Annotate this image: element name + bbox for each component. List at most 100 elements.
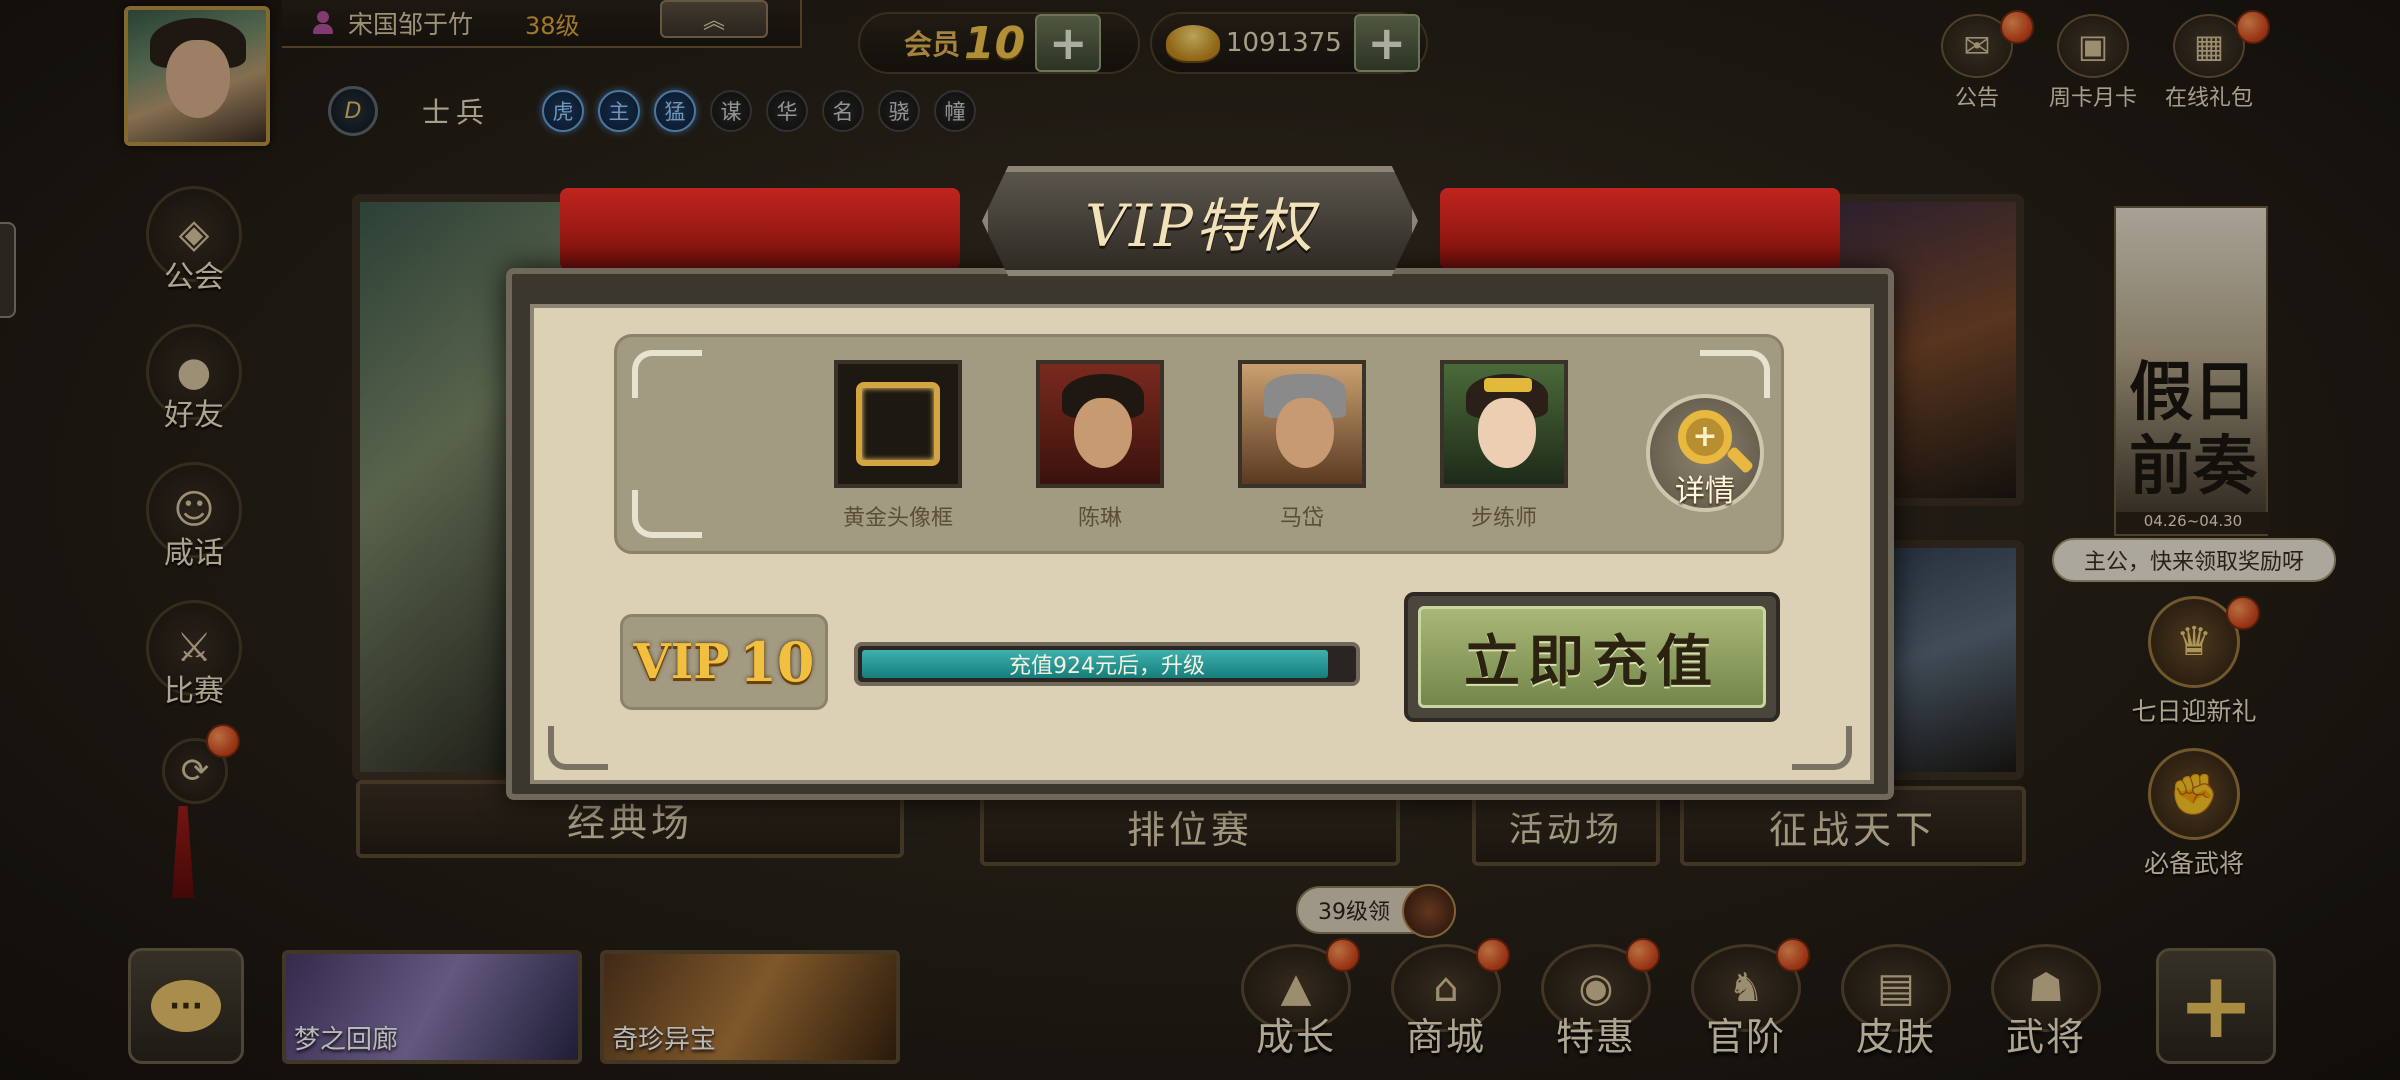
reward-item-chenlin[interactable]: 陈琳 <box>1036 360 1164 532</box>
online-gift-label: 在线礼包 <box>2164 86 2253 111</box>
event-card-label: 奇珍异宝 <box>612 1025 717 1055</box>
level-reward-text: 39级领 <box>1318 900 1390 925</box>
swirl-ornament-icon <box>632 490 702 538</box>
event-card-dream-corridor[interactable]: 梦之回廊 <box>282 950 582 1064</box>
holiday-banner-date: 04.26~04.30 <box>2116 512 2270 534</box>
event-card-treasure[interactable]: 奇珍异宝 <box>600 950 900 1064</box>
nav-growth-button[interactable]: ▲ 成长 <box>1226 938 1366 1074</box>
weekly-card-label: 周卡月卡 <box>2048 86 2137 111</box>
fist-icon: ✊ <box>2148 748 2240 840</box>
player-avatar[interactable] <box>124 6 270 146</box>
ribbon-right <box>1440 188 1840 270</box>
nav-label: 官阶 <box>1705 1015 1786 1059</box>
nav-label: 成长 <box>1255 1015 1336 1059</box>
notification-dot <box>1476 938 1510 972</box>
side-drawer-tab[interactable] <box>0 222 16 318</box>
corner-ornament-icon <box>1792 726 1852 770</box>
nav-label: 特惠 <box>1555 1015 1636 1059</box>
details-button[interactable]: + 详情 <box>1646 394 1764 512</box>
essential-general-button[interactable]: ✊ 必备武将 <box>2114 748 2274 880</box>
member-plus-button[interactable]: + <box>1035 14 1102 72</box>
seven-day-gift-label: 七日迎新礼 <box>2131 697 2257 726</box>
magnifier-icon: + <box>1678 410 1732 464</box>
reward-item-gold-frame[interactable]: 黄金头像框 <box>834 360 962 532</box>
portrait-face <box>1478 398 1536 468</box>
player-name: 宋国邹于竹 <box>348 10 474 39</box>
nav-discount-button[interactable]: ◉ 特惠 <box>1526 938 1666 1074</box>
vip-modal-title: VIP特权 <box>1085 192 1315 260</box>
match-button[interactable]: ⚔ 比赛 <box>142 600 246 710</box>
trait-badge[interactable]: 华 <box>766 90 809 132</box>
recharge-now-button[interactable]: 立即充值 <box>1404 592 1780 722</box>
nav-skin-button[interactable]: ▤ 皮肤 <box>1826 944 1966 1074</box>
chat-bubble-icon: ··· <box>151 980 221 1032</box>
chat-face-button[interactable]: ☺ 咸话 <box>142 462 246 572</box>
announcement-button[interactable]: ✉ 公告 <box>1922 10 2034 111</box>
reward-item-bulianshi[interactable]: 步练师 <box>1440 360 1568 532</box>
level-reward-bubble[interactable]: 39级领 <box>1296 884 1456 938</box>
notification-dot <box>1626 938 1660 972</box>
vip-prefix: VIP <box>633 634 730 690</box>
reward-item-madai[interactable]: 马岱 <box>1238 360 1366 532</box>
trait-badge[interactable]: 名 <box>822 90 865 132</box>
reward-name: 马岱 <box>1279 506 1324 531</box>
general-portrait-bulianshi <box>1440 360 1568 488</box>
portrait-face <box>1276 398 1334 468</box>
gold-pill: 1091375 + <box>1150 12 1428 74</box>
collapse-button[interactable]: ︽ <box>660 0 768 38</box>
role-name: 士兵 <box>422 96 491 129</box>
red-tassel <box>172 806 194 898</box>
notification-dot <box>2236 10 2270 44</box>
gold-frame-shape <box>856 382 940 466</box>
portrait-face <box>1074 398 1132 468</box>
gold-ingot-icon <box>1166 25 1220 61</box>
nav-rank-button[interactable]: ♞ 官阶 <box>1676 938 1816 1074</box>
trait-badge[interactable]: 谋 <box>710 90 753 132</box>
guild-button[interactable]: ◈ 公会 <box>142 186 246 296</box>
swirl-ornament-icon <box>1700 350 1770 398</box>
weekly-card-button[interactable]: ▣ 周卡月卡 <box>2038 14 2148 111</box>
expand-menu-button[interactable]: + <box>2156 948 2276 1064</box>
gift-icon: ▦ <box>2173 14 2245 78</box>
chevrons-up-icon: ︽ <box>702 9 725 34</box>
ribbon-left <box>560 188 960 270</box>
swirl-ornament-icon <box>632 350 702 398</box>
vip-level: 10 <box>739 630 815 694</box>
online-gift-button[interactable]: ▦ 在线礼包 <box>2154 10 2270 111</box>
notification-dot <box>2000 10 2034 44</box>
notification-dot <box>1326 938 1360 972</box>
plus-icon: + <box>2177 952 2255 1059</box>
trait-badge[interactable]: 主 <box>598 90 641 132</box>
trait-badge[interactable]: 猛 <box>654 90 697 132</box>
card-icon: ▣ <box>2057 14 2129 78</box>
crown-ornament <box>1484 378 1532 392</box>
trait-badge[interactable]: 骁 <box>878 90 921 132</box>
seven-day-gift-button[interactable]: ♛ 七日迎新礼 <box>2114 596 2274 728</box>
notification-dot <box>1776 938 1810 972</box>
reward-name: 陈琳 <box>1077 506 1122 531</box>
general-portrait-madai <box>1238 360 1366 488</box>
member-level: 10 <box>964 17 1026 69</box>
nav-shop-button[interactable]: ⌂ 商城 <box>1376 938 1516 1074</box>
trait-badge[interactable]: 幢 <box>934 90 977 132</box>
player-level: 38级 <box>525 11 580 40</box>
chat-face-label: 咸话 <box>164 536 224 571</box>
holiday-event-banner[interactable]: 假日前奏 04.26~04.30 <box>2114 206 2270 536</box>
chat-button[interactable]: ··· <box>128 948 244 1064</box>
friends-button[interactable]: ● 好友 <box>142 324 246 434</box>
nav-label: 皮肤 <box>1855 1015 1936 1059</box>
nav-general-button[interactable]: ☗ 武将 <box>1976 944 2116 1074</box>
reward-reminder-bubble: 主公，快来领取奖励呀 <box>2052 538 2336 582</box>
notification-dot <box>2226 596 2260 630</box>
nav-label: 商城 <box>1405 1015 1486 1059</box>
recharge-now-label: 立即充值 <box>1418 606 1766 708</box>
role-emblem-icon[interactable]: D <box>328 86 378 136</box>
gold-plus-button[interactable]: + <box>1353 14 1420 72</box>
vip-progress-bar: 充值924元后，升级 <box>854 642 1360 686</box>
member-pill: 会员 10 + <box>858 12 1140 74</box>
guild-label: 公会 <box>164 260 224 295</box>
vip-reward-panel <box>614 334 1784 554</box>
trait-badge[interactable]: 虎 <box>542 90 585 132</box>
announcement-label: 公告 <box>1954 86 1999 111</box>
reward-general-avatar <box>1402 884 1456 938</box>
